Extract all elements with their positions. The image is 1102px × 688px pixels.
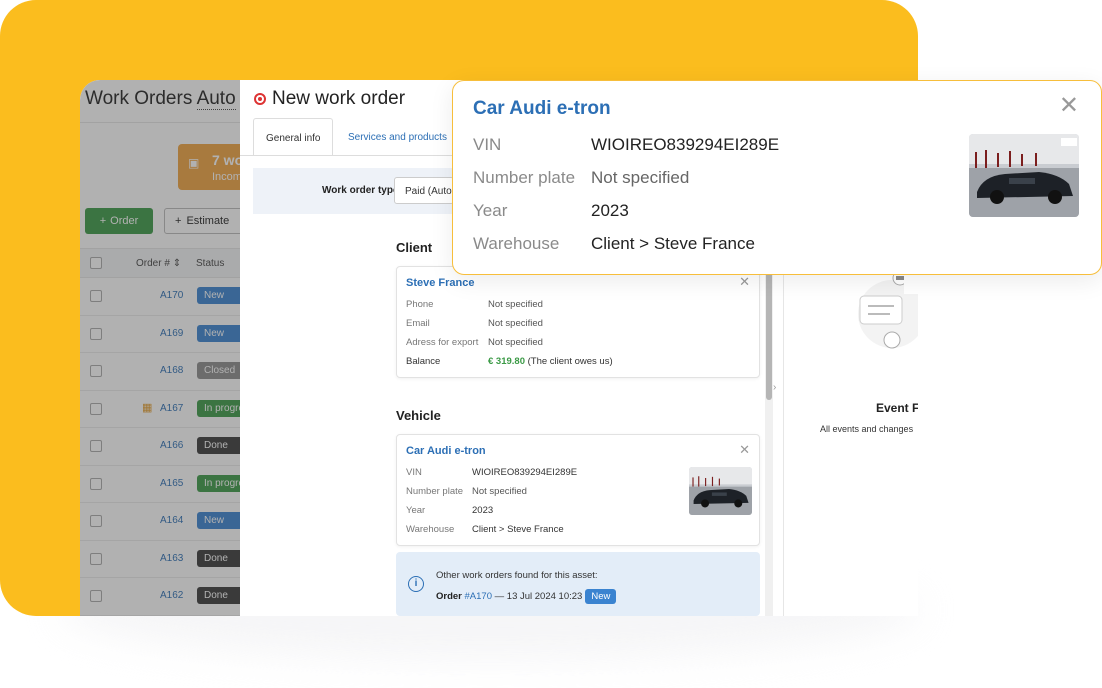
plate-label: Number plate: [406, 486, 464, 497]
vehicle-vin-row: VIN WIOIREO839294EI289E: [406, 467, 577, 478]
phone-label: Phone: [406, 299, 434, 310]
balance-amount: € 319.80: [488, 356, 525, 367]
tab-general-info[interactable]: General info: [253, 118, 334, 156]
vehicle-warehouse-row: Warehouse Client > Steve France: [406, 524, 564, 535]
client-card: Steve France ✕ Phone Not specified Email N…: [396, 266, 760, 378]
email-value: Not specified: [488, 318, 543, 329]
stage: Work Orders Auto ▣ 7 wo Incom + Order + Es…: [0, 0, 1102, 688]
events-title: Event F: [876, 401, 918, 415]
client-heading: Client: [396, 240, 433, 255]
modal-title-text: New work order: [272, 88, 406, 109]
modal-overlay[interactable]: [80, 80, 250, 616]
other-orders-text: Other work orders found for this asset:: [436, 570, 598, 581]
vehicle-name-link[interactable]: Car Audi e-tron: [406, 445, 486, 457]
client-address-row: Adress for export Not specified: [406, 337, 543, 348]
address-label: Adress for export: [406, 337, 479, 348]
popup-warehouse-value: Client > Steve France: [591, 234, 755, 253]
popup-plate-value: Not specified: [591, 168, 690, 187]
order-link[interactable]: #A170: [465, 591, 492, 602]
vehicle-plate-row: Number plate Not specified: [406, 486, 527, 497]
popup-vehicle-title[interactable]: Car Audi e-tron: [473, 98, 611, 120]
client-phone-row: Phone Not specified: [406, 299, 543, 310]
status-badge: New: [585, 589, 617, 604]
close-icon[interactable]: ✕: [739, 442, 750, 458]
popup-warehouse-label: Warehouse: [473, 234, 560, 253]
email-label: Email: [406, 318, 430, 329]
vehicle-photo[interactable]: [689, 467, 752, 515]
events-subtitle: All events and changes: [820, 424, 914, 434]
tab-services-and-products[interactable]: Services and products: [336, 118, 459, 156]
year-value: 2023: [472, 505, 494, 516]
popup-year-label: Year: [473, 201, 508, 220]
vin-label: VIN: [406, 467, 422, 478]
year-label: Year: [406, 505, 426, 516]
client-name-link[interactable]: Steve France: [406, 277, 474, 289]
vehicle-popup: Car Audi e-tron ✕ VIN WIOIREO839294EI289…: [452, 80, 1102, 275]
order-date: — 13 Jul 2024 10:23: [494, 591, 583, 602]
work-order-type-label: Work order type: [322, 185, 399, 196]
popup-vehicle-photo[interactable]: [969, 134, 1079, 217]
warehouse-value: Client > Steve France: [472, 524, 564, 535]
work-order-type-select[interactable]: Paid (Auto: [394, 177, 454, 204]
popup-year-value: 2023: [591, 201, 629, 220]
popup-vin-label: VIN: [473, 135, 502, 154]
other-orders-notice: i Other work orders found for this asset…: [396, 552, 760, 616]
client-email-row: Email Not specified: [406, 318, 543, 329]
vin-value: WIOIREO839294EI289E: [472, 467, 578, 478]
vehicle-card: Car Audi e-tron ✕ VIN WIOIREO839294EI289E…: [396, 434, 760, 546]
info-icon: i: [408, 576, 424, 592]
vehicle-year-row: Year 2023: [406, 505, 493, 516]
phone-value: Not specified: [488, 299, 543, 310]
record-icon: [254, 93, 266, 105]
balance-note: (The client owes us): [527, 356, 613, 367]
chevron-right-icon[interactable]: ›: [773, 382, 776, 393]
modal-title: New work order: [254, 88, 405, 110]
popup-vin-value: WIOIREO839294EI289E: [591, 135, 780, 154]
balance-label: Balance: [406, 356, 441, 367]
plate-value: Not specified: [472, 486, 527, 497]
close-icon[interactable]: ✕: [739, 274, 750, 290]
work-orders-list-panel: Work Orders Auto ▣ 7 wo Incom + Order + Es…: [80, 80, 258, 616]
scrollbar-thumb[interactable]: [766, 270, 772, 400]
vehicle-heading: Vehicle: [396, 408, 441, 423]
close-icon[interactable]: ✕: [1059, 94, 1079, 118]
warehouse-label: Warehouse: [406, 524, 455, 535]
order-word: Order: [436, 591, 462, 602]
other-orders-line: Order #A170 — 13 Jul 2024 10:23 New: [436, 589, 617, 604]
popup-plate-label: Number plate: [473, 168, 576, 187]
address-value: Not specified: [488, 337, 543, 348]
